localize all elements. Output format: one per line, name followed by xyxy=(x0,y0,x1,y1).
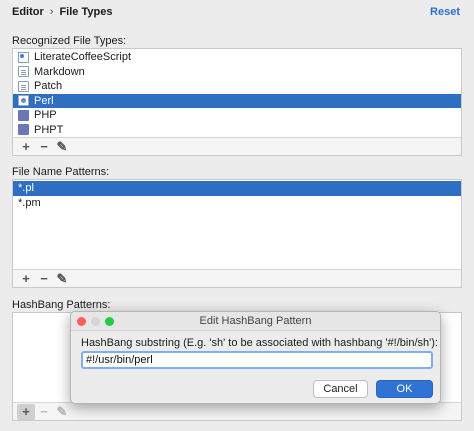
hashbang-toolbar: + − ✎ xyxy=(13,402,461,420)
edit-file-type-button[interactable]: ✎ xyxy=(53,139,71,155)
recognized-toolbar: + − ✎ xyxy=(13,137,461,155)
hashbang-patterns-label: HashBang Patterns: xyxy=(12,299,111,311)
pencil-icon: ✎ xyxy=(56,270,68,286)
breadcrumb-current: File Types xyxy=(59,6,113,18)
cancel-button[interactable]: Cancel xyxy=(313,380,368,398)
list-item-pattern-pm[interactable]: *.pm xyxy=(13,196,461,211)
list-item-label: *.pl xyxy=(18,182,34,194)
list-item-label: *.pm xyxy=(18,196,41,209)
breadcrumb: Editor › File Types xyxy=(12,6,112,18)
recognized-file-types-list: LiterateCoffeeScript Markdown Patch Perl… xyxy=(13,50,461,137)
list-item-patch[interactable]: Patch xyxy=(13,79,461,94)
header: Editor › File Types Reset xyxy=(12,6,466,22)
list-item-php[interactable]: PHP xyxy=(13,108,461,123)
recognized-file-types-label: Recognized File Types: xyxy=(12,35,127,47)
list-item-literatecoffeescript[interactable]: LiterateCoffeeScript xyxy=(13,50,461,65)
list-item-label: PHPT xyxy=(34,123,64,136)
recognized-file-types-panel: LiterateCoffeeScript Markdown Patch Perl… xyxy=(12,48,462,156)
patterns-toolbar: + − ✎ xyxy=(13,269,461,287)
patch-file-icon xyxy=(18,80,29,92)
markdown-file-icon xyxy=(18,66,29,78)
reset-link[interactable]: Reset xyxy=(430,6,460,18)
coffeescript-file-icon xyxy=(18,51,29,63)
add-hashbang-button[interactable]: + xyxy=(17,403,35,420)
ok-button[interactable]: OK xyxy=(376,380,433,398)
add-pattern-button[interactable]: + xyxy=(17,271,35,287)
edit-hashbang-button[interactable]: ✎ xyxy=(53,404,71,420)
dialog-titlebar: Edit HashBang Pattern xyxy=(71,312,440,331)
file-name-patterns-panel: *.pl *.pm + − ✎ xyxy=(12,179,462,288)
remove-hashbang-button[interactable]: − xyxy=(35,404,53,420)
edit-hashbang-dialog: Edit HashBang Pattern HashBang substring… xyxy=(70,311,441,404)
edit-pattern-button[interactable]: ✎ xyxy=(53,271,71,287)
hashbang-input[interactable] xyxy=(81,351,433,369)
list-item-pattern-pl[interactable]: *.pl xyxy=(13,181,461,196)
dialog-title: Edit HashBang Pattern xyxy=(199,315,312,327)
list-item-label: Perl xyxy=(34,94,54,107)
php-file-icon xyxy=(18,124,29,136)
remove-file-type-button[interactable]: − xyxy=(35,139,53,155)
pencil-icon: ✎ xyxy=(56,403,68,419)
list-item-label: PHP xyxy=(34,109,57,121)
add-file-type-button[interactable]: + xyxy=(17,139,35,155)
hashbang-prompt-label: HashBang substring (E.g. 'sh' to be asso… xyxy=(81,337,438,349)
perl-file-icon xyxy=(18,95,29,107)
list-item-label: Markdown xyxy=(34,65,85,78)
remove-pattern-button[interactable]: − xyxy=(35,271,53,287)
list-item-markdown[interactable]: Markdown xyxy=(13,65,461,80)
file-name-patterns-list: *.pl *.pm xyxy=(13,181,461,210)
list-item-perl[interactable]: Perl xyxy=(13,93,461,108)
list-item-label: LiterateCoffeeScript xyxy=(34,51,132,63)
php-file-icon xyxy=(18,109,29,121)
breadcrumb-parent[interactable]: Editor xyxy=(12,6,44,18)
pencil-icon: ✎ xyxy=(56,138,68,154)
breadcrumb-separator: › xyxy=(49,6,54,18)
list-item-phpt[interactable]: PHPT xyxy=(13,123,461,138)
list-item-label: Patch xyxy=(34,80,63,92)
file-name-patterns-label: File Name Patterns: xyxy=(12,166,110,178)
